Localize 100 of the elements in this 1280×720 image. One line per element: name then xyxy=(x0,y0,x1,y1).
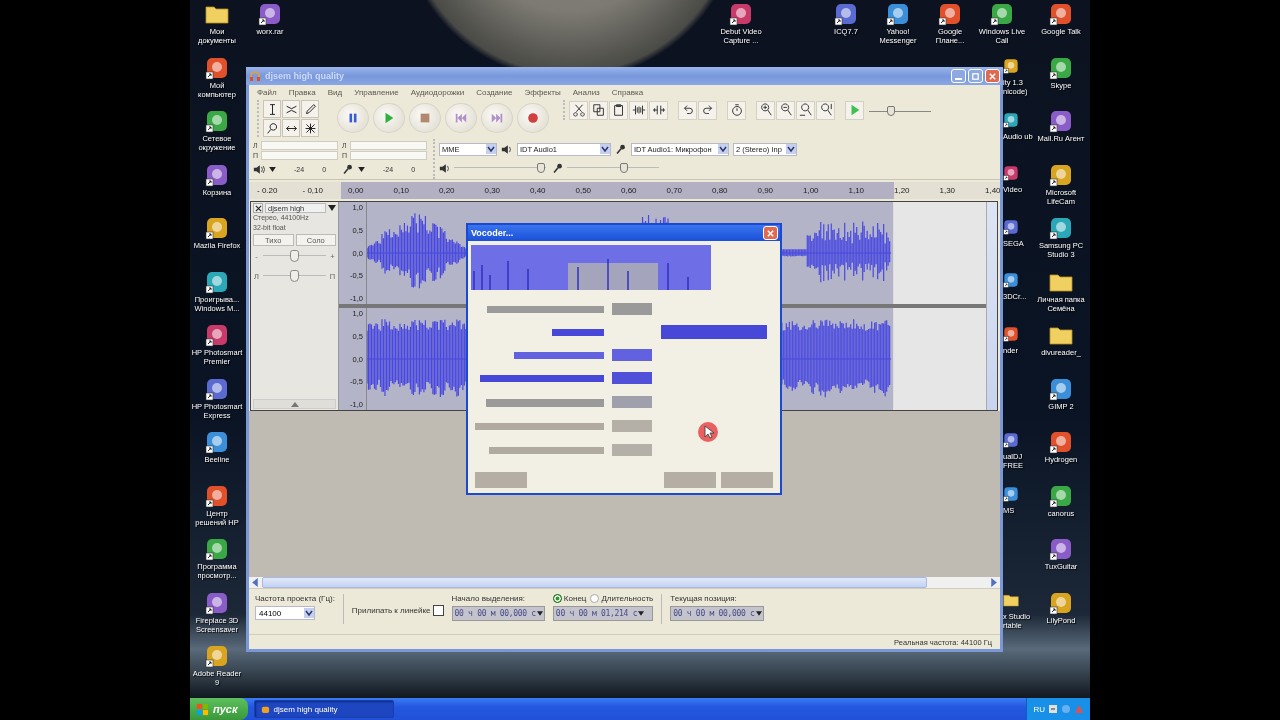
app-shortcut-icon[interactable] xyxy=(205,537,229,561)
app-shortcut-icon[interactable] xyxy=(205,55,229,80)
radio-option[interactable]: Конец xyxy=(552,594,587,603)
menu-item[interactable]: Эффекты xyxy=(524,87,561,97)
slider-thumb[interactable] xyxy=(886,106,895,116)
snap-checkbox[interactable] xyxy=(432,605,444,616)
app-shortcut-icon[interactable] xyxy=(1049,376,1073,401)
app-shortcut-icon[interactable] xyxy=(205,430,229,454)
close-button[interactable] xyxy=(763,226,778,240)
app-shortcut-icon[interactable] xyxy=(1049,162,1073,187)
app-shortcut-icon[interactable] xyxy=(205,644,229,668)
zoom-out-button[interactable] xyxy=(776,100,795,120)
caret-icon[interactable] xyxy=(269,166,276,172)
app-shortcut-icon[interactable] xyxy=(205,590,229,615)
left-arrow-icon[interactable] xyxy=(251,578,260,587)
app-shortcut-icon[interactable] xyxy=(990,2,1014,26)
app-shortcut-icon[interactable] xyxy=(205,269,229,294)
stop-button[interactable] xyxy=(409,103,441,133)
app-shortcut-icon[interactable] xyxy=(205,483,229,508)
vertical-scrollbar[interactable] xyxy=(986,202,997,410)
ruler-label: 0,10 xyxy=(392,186,411,195)
menu-item[interactable]: Аудиодорожки xyxy=(410,87,465,97)
menu-item[interactable]: Создание xyxy=(476,87,513,97)
trim-button[interactable] xyxy=(629,100,648,120)
record-button[interactable] xyxy=(517,103,549,133)
taskbar-button[interactable]: djsem high quality xyxy=(253,700,394,718)
time-shift-tool-button[interactable] xyxy=(282,119,300,137)
tray-icon[interactable] xyxy=(1048,704,1058,714)
selection-tool-button[interactable] xyxy=(263,100,281,118)
caret-icon xyxy=(536,611,543,616)
ruler-label: 0,90 xyxy=(756,186,775,195)
mouse-cursor-icon xyxy=(697,421,719,443)
radio-label[interactable]: Конец xyxy=(563,594,587,603)
timeline-ruler[interactable]: - 0.20 - 0,10 0,00 0,10 0,20 0,30 0,40 0,50 0,60 0,70 0,80 0,90 1,00 1,10 1,20 1,30 1,40 xyxy=(249,182,1000,199)
microphone-icon[interactable] xyxy=(342,163,354,175)
menu-item[interactable]: Вид xyxy=(327,87,343,97)
position-field[interactable]: 00 ч 00 м 00,000 с xyxy=(670,606,764,621)
speed-slider[interactable] xyxy=(869,103,931,117)
slider-thumb[interactable] xyxy=(537,163,546,173)
app-shortcut-icon[interactable] xyxy=(1049,216,1073,240)
multi-tool-button[interactable] xyxy=(301,119,319,137)
speaker-icon[interactable] xyxy=(253,163,265,175)
app-shortcut-icon[interactable] xyxy=(258,2,282,26)
cut-button[interactable] xyxy=(569,100,588,120)
sync-lock-button[interactable] xyxy=(727,100,746,120)
track-close-button[interactable] xyxy=(253,203,263,213)
app-shortcut-icon[interactable] xyxy=(1049,55,1073,80)
envelope-tool-button[interactable] xyxy=(282,100,300,118)
app-shortcut-icon[interactable] xyxy=(1049,590,1073,615)
right-arrow-icon[interactable] xyxy=(989,578,998,587)
silence-button[interactable] xyxy=(649,100,668,120)
menu-item[interactable]: Правка xyxy=(288,87,316,97)
slider-thumb[interactable] xyxy=(290,250,299,262)
project-rate-label: Частота проекта (Гц): xyxy=(255,594,335,603)
slider-thumb[interactable] xyxy=(620,163,629,173)
radio-label[interactable]: Длительность xyxy=(601,594,654,603)
play-button[interactable] xyxy=(373,103,405,133)
fit-selection-button[interactable] xyxy=(796,100,815,120)
app-shortcut-icon[interactable] xyxy=(205,376,229,401)
pause-button[interactable] xyxy=(337,103,369,133)
app-shortcut-icon[interactable] xyxy=(1049,2,1073,26)
app-shortcut-icon[interactable] xyxy=(1049,109,1073,133)
app-shortcut-icon[interactable] xyxy=(834,2,858,26)
caret-icon[interactable] xyxy=(358,166,365,172)
app-shortcut-icon[interactable] xyxy=(729,2,753,26)
app-shortcut-icon[interactable] xyxy=(1049,483,1073,508)
radio-option[interactable]: Длительность xyxy=(590,594,654,603)
app-shortcut-icon[interactable] xyxy=(205,109,229,133)
app-shortcut-icon[interactable] xyxy=(1049,430,1073,454)
zoom-tool-button[interactable] xyxy=(263,119,281,137)
skip-to-start-button[interactable] xyxy=(445,103,477,133)
ruler-label: 1,30 xyxy=(938,186,957,195)
radio-button[interactable] xyxy=(590,594,600,603)
ruler-label: - 0.20 xyxy=(256,186,279,195)
menu-item[interactable]: Справка xyxy=(611,87,644,97)
project-rate-dropdown[interactable]: 44100 xyxy=(255,606,315,620)
app-shortcut-icon[interactable] xyxy=(938,2,962,26)
ruler-label: 0,70 xyxy=(665,186,684,195)
selection-start-field[interactable]: 00 ч 00 м 00,000 с xyxy=(451,606,545,621)
paste-button[interactable] xyxy=(609,100,628,120)
zoom-in-icon xyxy=(758,103,773,117)
close-icon xyxy=(766,228,775,238)
slider-thumb[interactable] xyxy=(290,270,299,282)
app-shortcut-icon[interactable] xyxy=(205,323,229,347)
app-shortcut-icon[interactable] xyxy=(205,162,229,187)
caret-icon[interactable] xyxy=(328,205,336,211)
selection-end-field[interactable]: 00 ч 00 м 01,214 с xyxy=(552,606,654,621)
app-shortcut-icon[interactable] xyxy=(1049,537,1073,561)
copy-button[interactable] xyxy=(589,100,608,120)
app-shortcut-icon[interactable] xyxy=(886,2,910,26)
fit-project-button[interactable] xyxy=(816,100,835,120)
menu-item[interactable]: Управление xyxy=(354,87,399,97)
zoom-in-button[interactable] xyxy=(756,100,775,120)
menu-item[interactable]: Анализ xyxy=(572,87,600,97)
app-shortcut-icon[interactable] xyxy=(205,216,229,240)
menu-item[interactable]: Файл xyxy=(257,87,277,97)
undo-button[interactable] xyxy=(678,100,697,120)
draw-tool-button[interactable] xyxy=(301,100,319,118)
radio-button[interactable] xyxy=(552,594,562,603)
redo-button[interactable] xyxy=(698,100,717,120)
